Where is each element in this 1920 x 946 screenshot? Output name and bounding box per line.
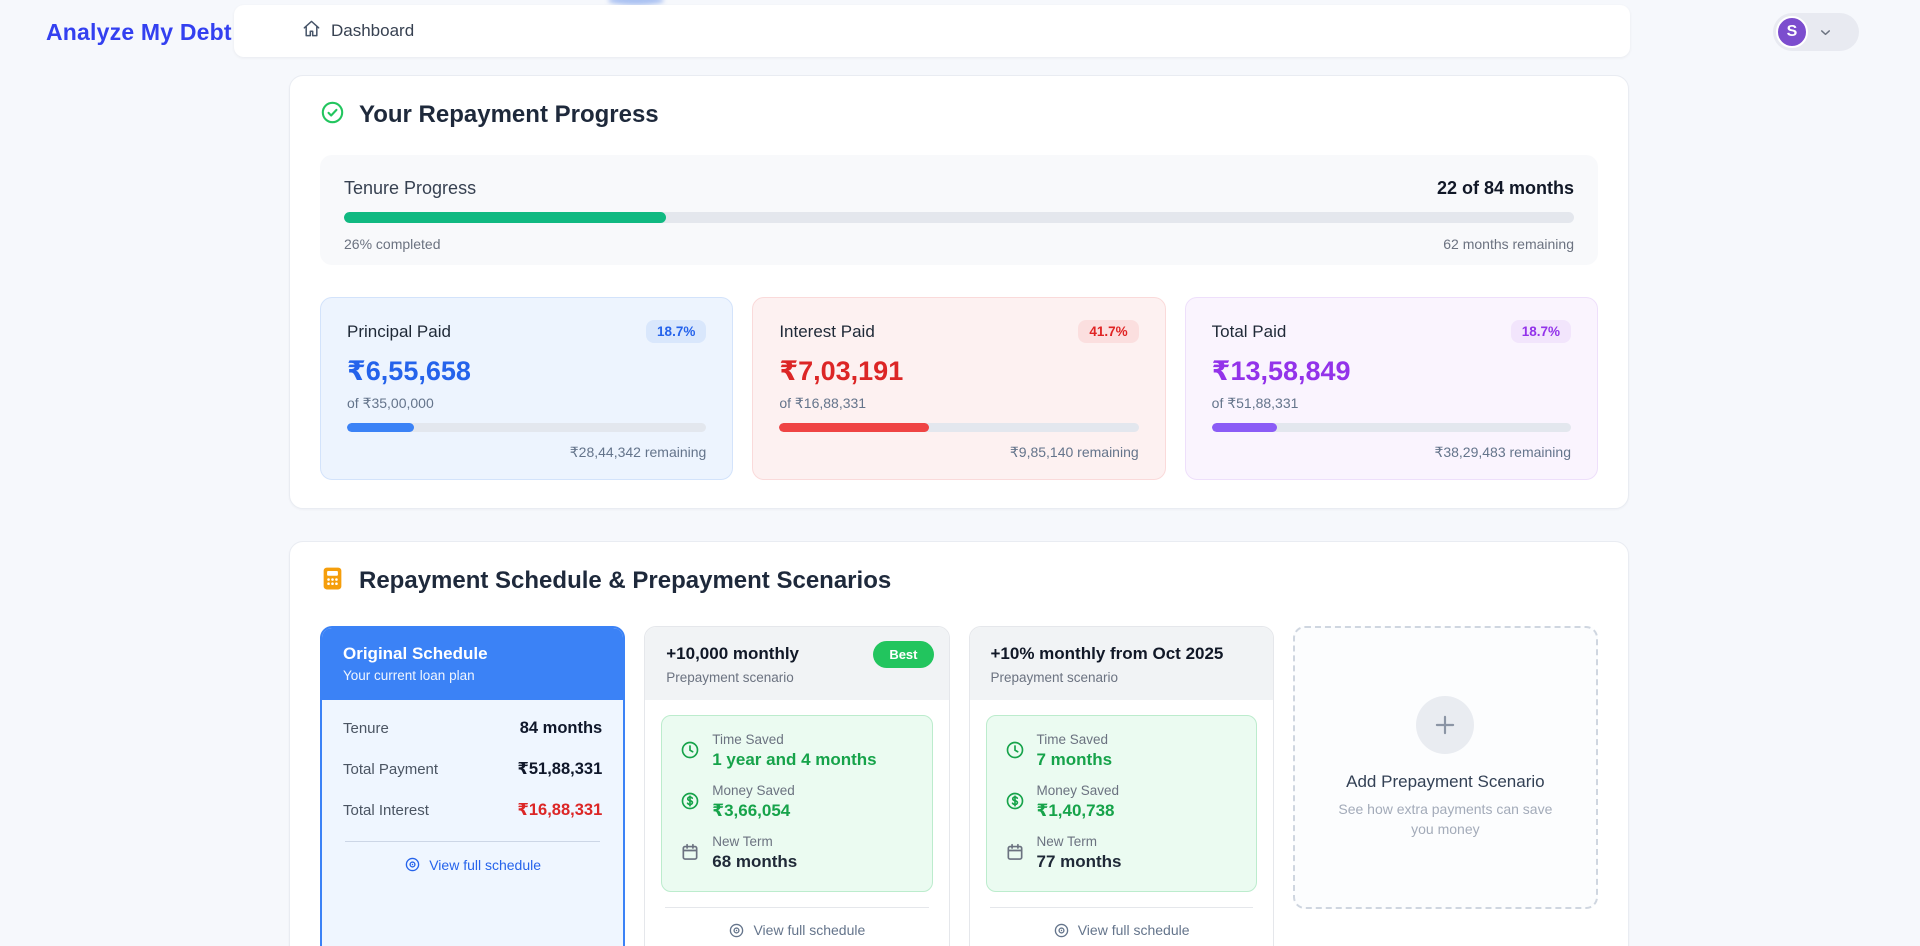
tenure-progress-value: 22 of 84 months xyxy=(1437,178,1574,199)
metric-value: 7 months xyxy=(1037,750,1113,770)
stat-progress-bar xyxy=(1212,423,1571,432)
original-schedule-card: Original Schedule Your current loan plan… xyxy=(320,626,625,946)
row-label: Total Interest xyxy=(343,802,429,819)
divider xyxy=(990,907,1253,908)
row-value: 84 months xyxy=(520,719,603,738)
dollar-circle-icon xyxy=(680,791,700,811)
app-logo[interactable]: Analyze My Debt xyxy=(46,19,232,46)
metric-label: Time Saved xyxy=(712,732,876,747)
scenario-title: +10% monthly from Oct 2025 xyxy=(991,643,1252,666)
stat-progress-bar xyxy=(347,423,706,432)
add-card-subtitle: See how extra payments can save you mone… xyxy=(1325,800,1565,839)
metric-label: Money Saved xyxy=(1037,783,1120,798)
user-menu-button[interactable]: S xyxy=(1773,13,1859,51)
tenure-progress-panel: Tenure Progress 22 of 84 months 26% comp… xyxy=(320,155,1598,265)
view-full-schedule-link[interactable]: View full schedule xyxy=(986,922,1257,939)
principal-paid-card: Principal Paid 18.7% ₹6,55,658 of ₹35,00… xyxy=(320,297,733,480)
link-label: View full schedule xyxy=(429,857,541,873)
row-label: Total Payment xyxy=(343,761,438,778)
add-card-title: Add Prepayment Scenario xyxy=(1346,772,1544,792)
clock-icon xyxy=(1005,740,1025,760)
metric-value: 68 months xyxy=(712,852,797,872)
tenure-completed-text: 26% completed xyxy=(344,236,441,252)
divider xyxy=(665,907,928,908)
total-paid-card: Total Paid 18.7% ₹13,58,849 of ₹51,88,33… xyxy=(1185,297,1598,480)
calculator-icon xyxy=(320,566,345,596)
repayment-progress-card: Your Repayment Progress Tenure Progress … xyxy=(289,75,1629,509)
top-header: Analyze My Debt Dashboard S xyxy=(0,0,1920,63)
chevron-down-icon[interactable] xyxy=(1818,25,1833,40)
stat-title: Interest Paid xyxy=(779,322,874,342)
metric-value: 77 months xyxy=(1037,852,1122,872)
row-value: ₹51,88,331 xyxy=(517,759,602,779)
prepayment-scenario-card: +10,000 monthly Prepayment scenario Best… xyxy=(644,626,949,946)
breadcrumb: Dashboard xyxy=(234,5,1630,57)
stat-progress-fill xyxy=(1212,423,1278,432)
metric-label: Money Saved xyxy=(712,783,795,798)
stat-amount: ₹6,55,658 xyxy=(347,356,706,387)
stat-of-text: of ₹16,88,331 xyxy=(779,395,1138,412)
scenario-subtitle: Your current loan plan xyxy=(343,668,602,683)
scenario-title: Original Schedule xyxy=(343,644,602,664)
link-label: View full schedule xyxy=(753,922,865,938)
stat-amount: ₹7,03,191 xyxy=(779,356,1138,387)
tenure-remaining-text: 62 months remaining xyxy=(1443,236,1574,252)
best-badge: Best xyxy=(873,641,933,668)
calendar-icon xyxy=(680,842,700,862)
metric-value: 1 year and 4 months xyxy=(712,750,876,770)
avatar[interactable]: S xyxy=(1776,16,1808,48)
savings-panel: Time Saved 1 year and 4 months Money Sav… xyxy=(661,715,932,892)
divider xyxy=(345,841,600,842)
scenario-subtitle: Prepayment scenario xyxy=(991,670,1252,685)
stat-percent-badge: 18.7% xyxy=(1511,320,1571,343)
scenario-subtitle: Prepayment scenario xyxy=(666,670,927,685)
metric-value: ₹1,40,738 xyxy=(1037,801,1120,821)
stat-remaining-text: ₹28,44,342 remaining xyxy=(347,444,706,461)
stat-amount: ₹13,58,849 xyxy=(1212,356,1571,387)
stat-remaining-text: ₹9,85,140 remaining xyxy=(779,444,1138,461)
view-full-schedule-link[interactable]: View full schedule xyxy=(661,922,932,939)
row-value: ₹16,88,331 xyxy=(517,800,602,820)
eye-icon xyxy=(728,922,745,939)
stat-title: Total Paid xyxy=(1212,322,1287,342)
stat-percent-badge: 41.7% xyxy=(1078,320,1138,343)
savings-panel: Time Saved 7 months Money Saved ₹1,40,73… xyxy=(986,715,1257,892)
tenure-progress-label: Tenure Progress xyxy=(344,178,476,199)
main-content: Your Repayment Progress Tenure Progress … xyxy=(289,63,1629,946)
clock-icon xyxy=(680,740,700,760)
calendar-icon xyxy=(1005,842,1025,862)
repayment-schedule-card: Repayment Schedule & Prepayment Scenario… xyxy=(289,541,1629,946)
check-circle-icon xyxy=(320,100,345,130)
home-icon[interactable] xyxy=(302,19,321,43)
tenure-progress-fill xyxy=(344,212,666,223)
breadcrumb-item-dashboard[interactable]: Dashboard xyxy=(331,21,414,41)
stat-of-text: of ₹51,88,331 xyxy=(1212,395,1571,412)
stat-progress-bar xyxy=(779,423,1138,432)
add-prepayment-scenario-button[interactable]: Add Prepayment Scenario See how extra pa… xyxy=(1293,626,1598,909)
interest-paid-card: Interest Paid 41.7% ₹7,03,191 of ₹16,88,… xyxy=(752,297,1165,480)
dollar-circle-icon xyxy=(1005,791,1025,811)
metric-value: ₹3,66,054 xyxy=(712,801,795,821)
metric-label: New Term xyxy=(712,834,797,849)
prepayment-scenario-card: +10% monthly from Oct 2025 Prepayment sc… xyxy=(969,626,1274,946)
stat-percent-badge: 18.7% xyxy=(646,320,706,343)
progress-section-title: Your Repayment Progress xyxy=(359,101,659,129)
stat-of-text: of ₹35,00,000 xyxy=(347,395,706,412)
metric-label: New Term xyxy=(1037,834,1122,849)
metric-label: Time Saved xyxy=(1037,732,1113,747)
row-label: Tenure xyxy=(343,720,389,737)
tenure-progress-bar xyxy=(344,212,1574,223)
link-label: View full schedule xyxy=(1078,922,1190,938)
stat-progress-fill xyxy=(779,423,929,432)
stat-title: Principal Paid xyxy=(347,322,451,342)
view-full-schedule-link[interactable]: View full schedule xyxy=(343,856,602,873)
stat-progress-fill xyxy=(347,423,414,432)
eye-icon xyxy=(1053,922,1070,939)
scenarios-section-title: Repayment Schedule & Prepayment Scenario… xyxy=(359,567,891,595)
eye-icon xyxy=(404,856,421,873)
plus-icon xyxy=(1416,696,1474,754)
stat-remaining-text: ₹38,29,483 remaining xyxy=(1212,444,1571,461)
